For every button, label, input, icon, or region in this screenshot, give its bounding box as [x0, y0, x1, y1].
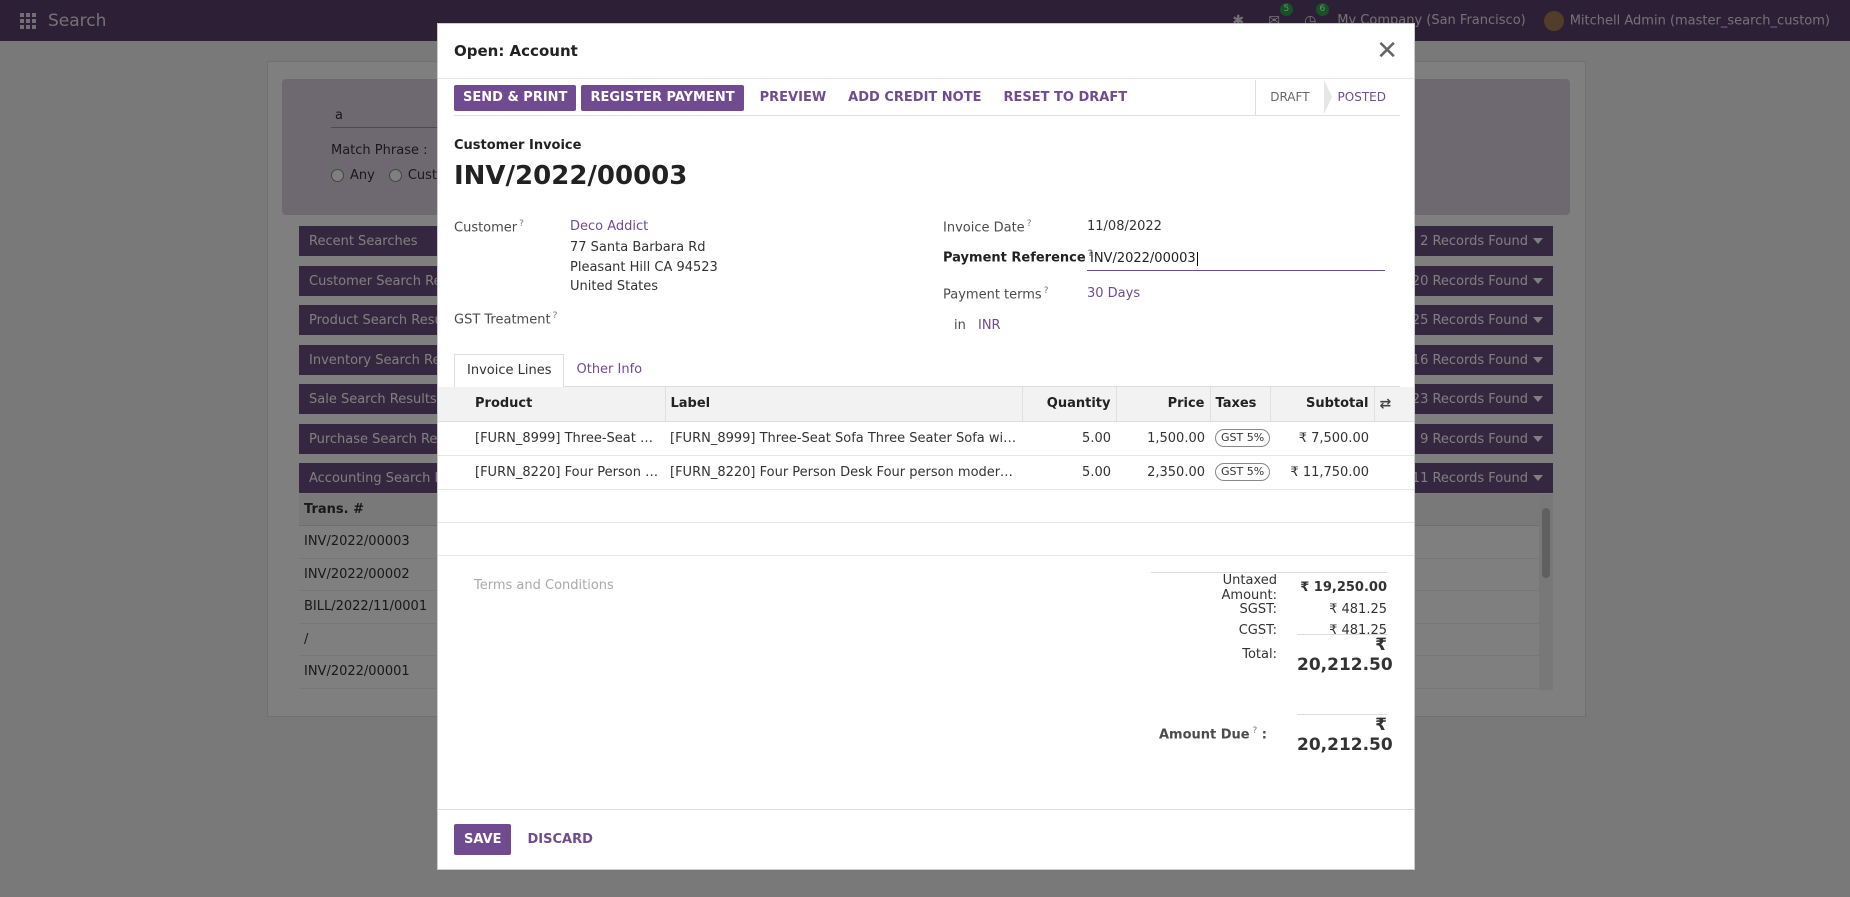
- invoice-lines-table: Product Label Quantity Price Taxes Subto…: [438, 387, 1414, 556]
- reset-to-draft-button[interactable]: RESET TO DRAFT: [992, 90, 1138, 105]
- address-line-3: United States: [570, 279, 659, 294]
- line-product[interactable]: [FURN_8999] Three-Seat Sofa: [438, 421, 665, 456]
- sgst-row: SGST: ₹ 481.25: [1239, 601, 1387, 617]
- close-icon[interactable]: ✕: [1376, 38, 1398, 64]
- currency-prefix: in: [954, 318, 966, 333]
- empty-row: [438, 489, 1414, 523]
- line-product[interactable]: [FURN_8220] Four Person Desk: [438, 455, 665, 490]
- table-row[interactable]: [FURN_8999] Three-Seat Sofa [FURN_8999] …: [438, 421, 1414, 456]
- dialog-title: Open: Account: [454, 42, 578, 60]
- terms-and-conditions-field[interactable]: Terms and Conditions: [474, 578, 614, 593]
- amount-due-label: Amount Due ? :: [1158, 726, 1267, 743]
- gst-treatment-label: GST Treatment?: [454, 311, 558, 328]
- invoice-date-field[interactable]: 11/08/2022: [1087, 219, 1162, 234]
- invoice-date-label: Invoice Date?: [943, 219, 1032, 236]
- col-taxes[interactable]: Taxes: [1210, 387, 1271, 422]
- status-stages: DRAFT POSTED: [1255, 80, 1400, 115]
- add-credit-note-button[interactable]: ADD CREDIT NOTE: [837, 90, 992, 105]
- table-header-row: Product Label Quantity Price Taxes Subto…: [438, 387, 1414, 422]
- customer-link[interactable]: Deco Addict: [570, 219, 648, 234]
- optional-columns-icon[interactable]: ⇄: [1374, 387, 1414, 422]
- dialog-header: Open: Account ✕: [438, 24, 1414, 79]
- currency-link[interactable]: INR: [978, 318, 1001, 333]
- amount-due-row: Amount Due ? : ₹ 20,212.50: [1151, 714, 1393, 755]
- text-cursor: [1196, 251, 1198, 266]
- line-subtotal: ₹ 7,500.00: [1270, 421, 1374, 456]
- amount-due-value: ₹ 20,212.50: [1297, 714, 1393, 755]
- address-line-2: Pleasant Hill CA 94523: [570, 260, 718, 275]
- line-subtotal: ₹ 11,750.00: [1270, 455, 1374, 490]
- line-quantity[interactable]: 5.00: [1022, 455, 1116, 490]
- tax-totals: Untaxed Amount: ₹ 19,250.00 SGST: ₹ 481.25…: [1151, 572, 1393, 675]
- register-payment-button[interactable]: REGISTER PAYMENT: [581, 84, 744, 111]
- empty-row: [438, 522, 1414, 556]
- invoice-tabs: Invoice Lines Other Info: [454, 354, 1400, 388]
- col-label[interactable]: Label: [665, 387, 1023, 422]
- tab-invoice-lines[interactable]: Invoice Lines: [454, 354, 565, 388]
- total-row: Total: ₹ 20,212.50: [1242, 634, 1393, 675]
- line-quantity[interactable]: 5.00: [1022, 421, 1116, 456]
- col-product[interactable]: Product: [438, 387, 666, 422]
- customer-label: Customer?: [454, 219, 524, 236]
- stage-posted[interactable]: POSTED: [1324, 80, 1400, 115]
- dialog-footer: SAVE DISCARD: [438, 809, 1414, 869]
- line-price[interactable]: 2,350.00: [1116, 455, 1210, 490]
- untaxed-amount-row: Untaxed Amount: ₹ 19,250.00: [1221, 572, 1387, 603]
- preview-button[interactable]: PREVIEW: [749, 90, 838, 105]
- tab-other-info[interactable]: Other Info: [564, 354, 654, 386]
- stage-draft[interactable]: DRAFT: [1256, 80, 1332, 115]
- invoice-action-bar: SEND & PRINT REGISTER PAYMENT PREVIEW AD…: [454, 80, 1400, 116]
- col-price[interactable]: Price: [1116, 387, 1211, 422]
- payment-terms-link[interactable]: 30 Days: [1087, 286, 1140, 301]
- invoice-dialog: Open: Account ✕ SEND & PRINT REGISTER PA…: [437, 23, 1415, 870]
- discard-button[interactable]: DISCARD: [527, 832, 592, 847]
- invoice-type: Customer Invoice: [454, 138, 582, 153]
- tax-badge[interactable]: GST 5%: [1215, 463, 1270, 481]
- line-price[interactable]: 1,500.00: [1116, 421, 1210, 456]
- save-button[interactable]: SAVE: [454, 824, 512, 855]
- invoice-number: INV/2022/00003: [454, 161, 688, 191]
- line-label[interactable]: [FURN_8220] Four Person Desk Four person…: [665, 455, 1022, 490]
- line-label[interactable]: [FURN_8999] Three-Seat Sofa Three Seater…: [665, 421, 1022, 456]
- table-row[interactable]: [FURN_8220] Four Person Desk [FURN_8220]…: [438, 455, 1414, 490]
- send-print-button[interactable]: SEND & PRINT: [454, 84, 577, 111]
- payment-terms-label: Payment terms?: [943, 286, 1049, 303]
- address-line-1: 77 Santa Barbara Rd: [570, 240, 706, 255]
- payment-reference-input[interactable]: INV/2022/00003: [1087, 249, 1385, 271]
- col-quantity[interactable]: Quantity: [1022, 387, 1117, 422]
- payment-reference-label: Payment Reference?: [943, 249, 1093, 266]
- tax-badge[interactable]: GST 5%: [1215, 429, 1270, 447]
- col-subtotal[interactable]: Subtotal: [1270, 387, 1375, 422]
